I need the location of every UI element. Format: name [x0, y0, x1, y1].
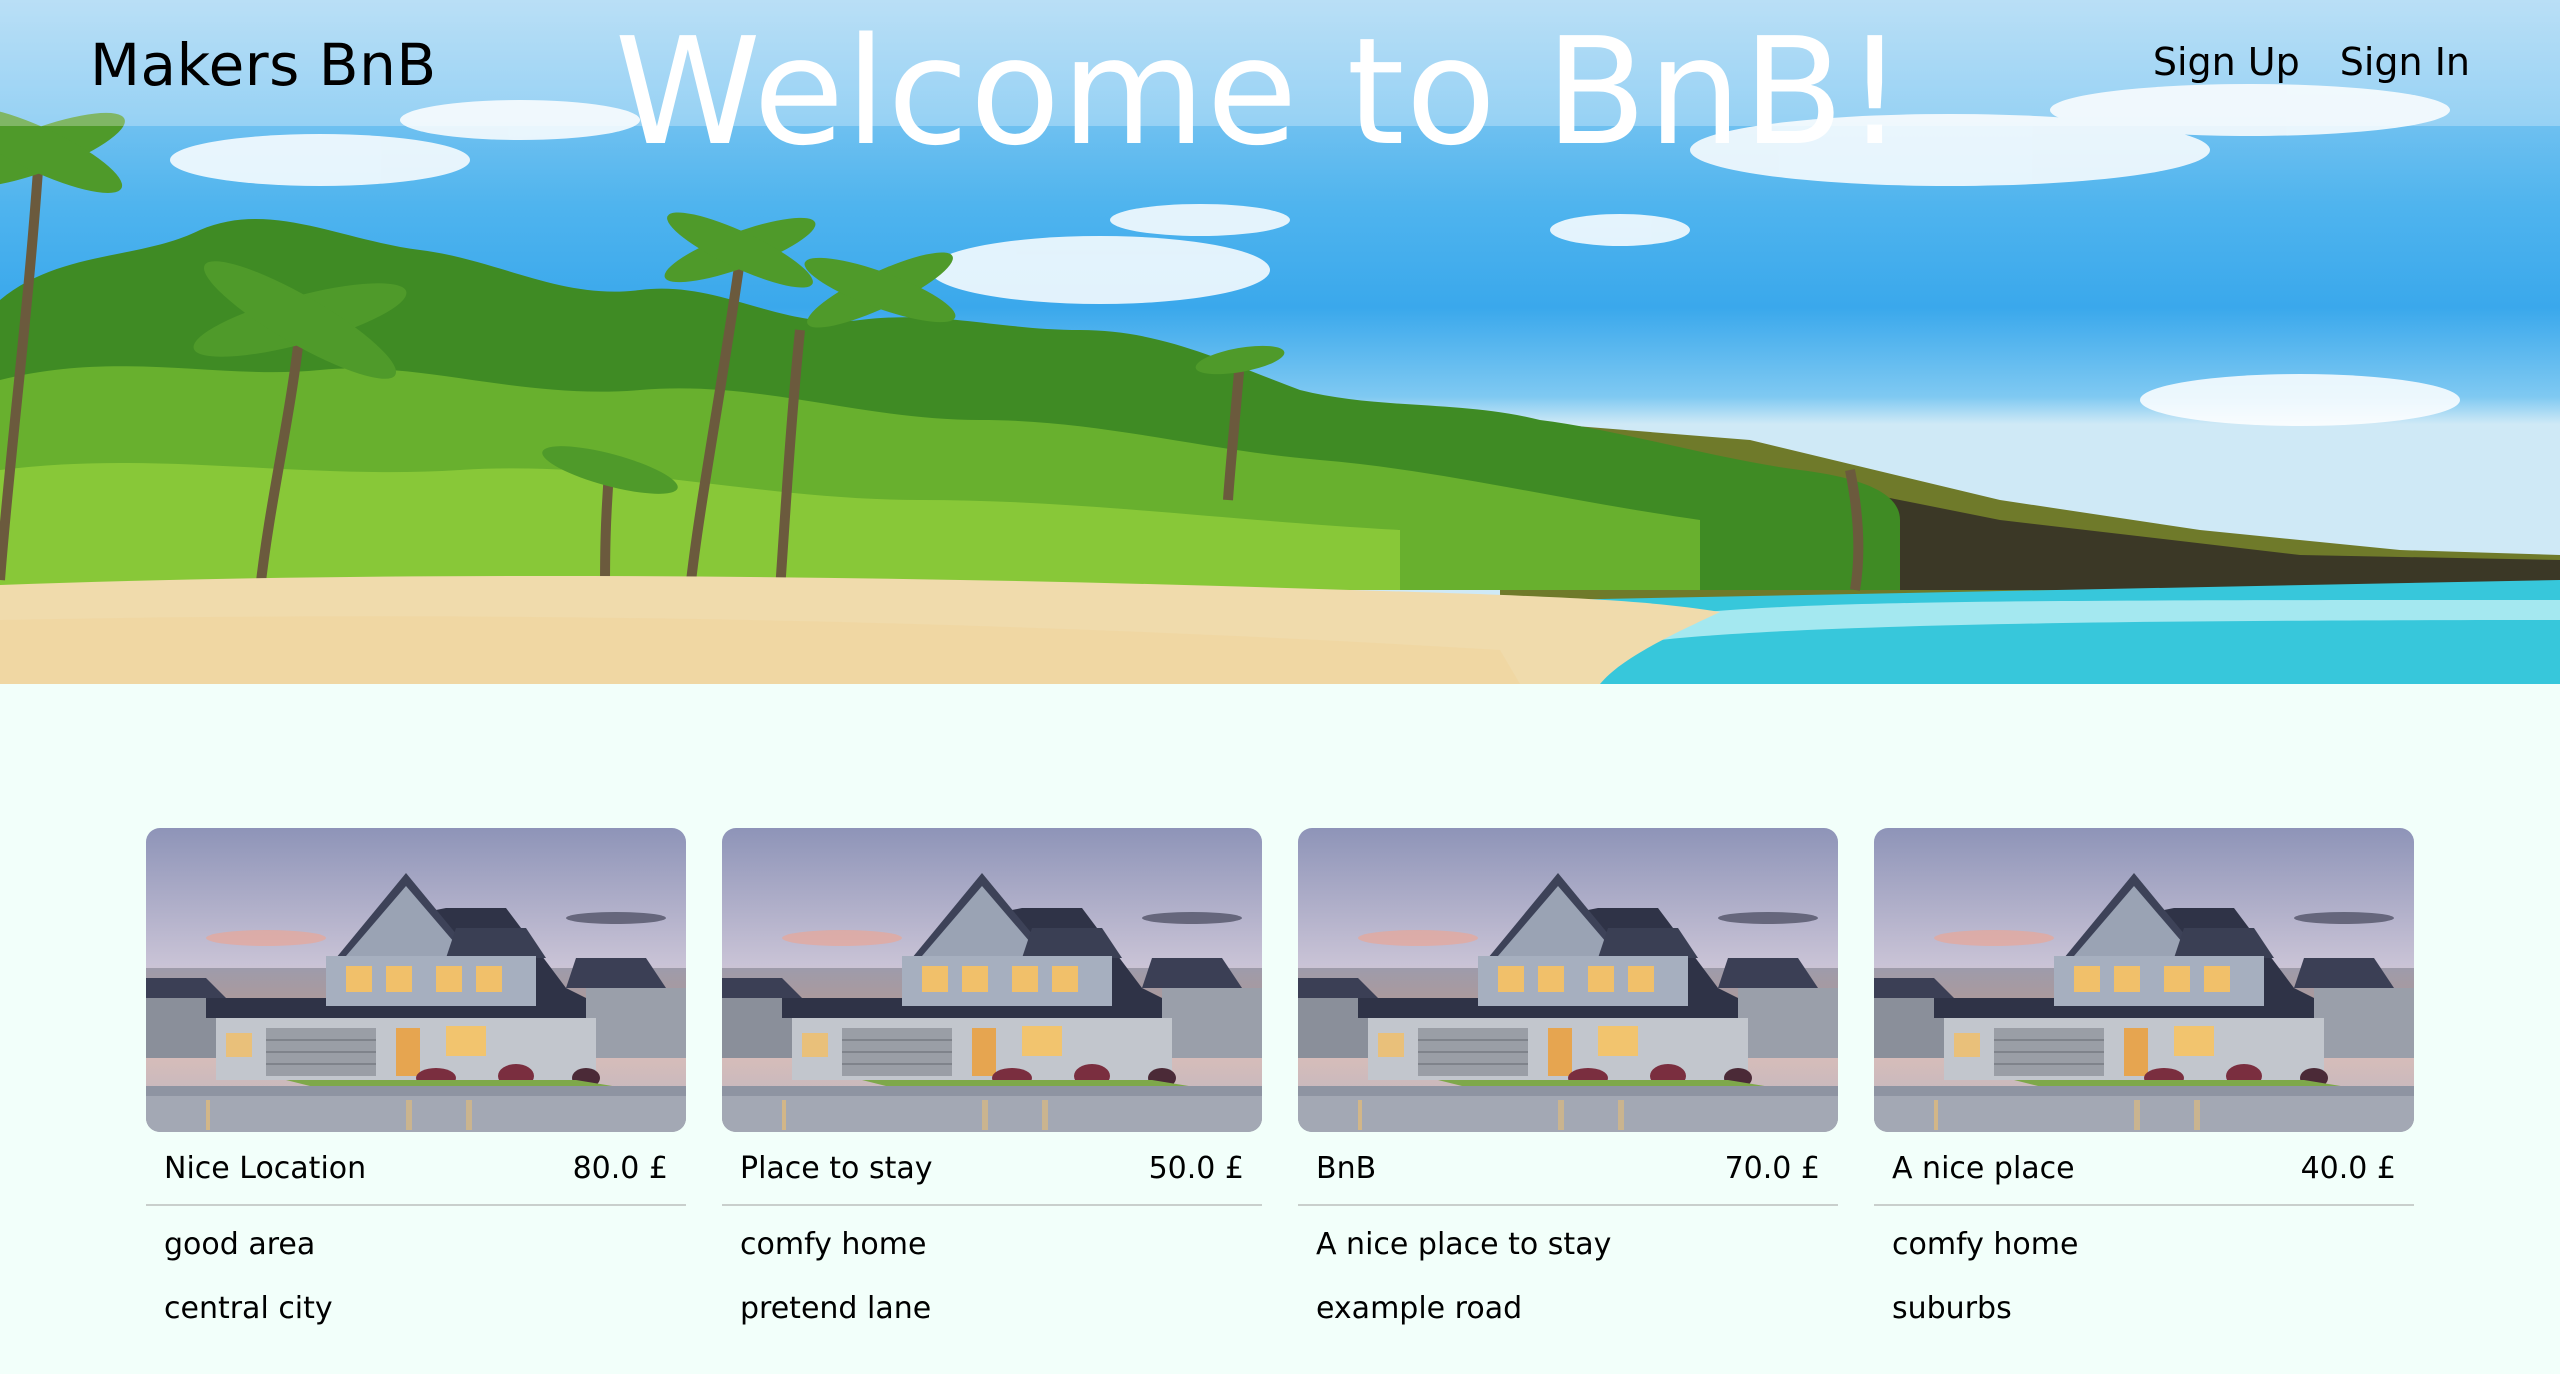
- listing-header: A nice place 40.0 £: [1874, 1132, 2414, 1206]
- listing-price: 50.0 £: [1148, 1150, 1244, 1186]
- house-photo: [722, 828, 1262, 1132]
- house-photo: [146, 828, 686, 1132]
- listing-price: 70.0 £: [1724, 1150, 1820, 1186]
- hero-banner: Makers BnB Welcome to BnB! Sign Up Sign …: [0, 0, 2560, 684]
- house-photo: [1298, 828, 1838, 1132]
- listing-card[interactable]: BnB 70.0 £ A nice place to stay example …: [1298, 828, 1838, 1340]
- listing-name: BnB: [1316, 1150, 1377, 1186]
- listing-header: BnB 70.0 £: [1298, 1132, 1838, 1206]
- listing-price: 80.0 £: [572, 1150, 668, 1186]
- listing-address: pretend lane: [740, 1290, 932, 1326]
- listing-description: comfy home: [1892, 1226, 2079, 1262]
- listing-card[interactable]: A nice place 40.0 £ comfy home suburbs: [1874, 828, 2414, 1340]
- sign-in-link[interactable]: Sign In: [2340, 32, 2470, 92]
- listing-name: Place to stay: [740, 1150, 933, 1186]
- house-photo: [1874, 828, 2414, 1132]
- listing-description: good area: [164, 1226, 316, 1262]
- listing-header: Place to stay 50.0 £: [722, 1132, 1262, 1206]
- nav-links: Sign Up Sign In: [2153, 32, 2470, 92]
- listing-description: comfy home: [740, 1226, 927, 1262]
- listing-price: 40.0 £: [2300, 1150, 2396, 1186]
- listing-card[interactable]: Place to stay 50.0 £ comfy home pretend …: [722, 828, 1262, 1340]
- listing-address: example road: [1316, 1290, 1523, 1326]
- listing-header: Nice Location 80.0 £: [146, 1132, 686, 1206]
- listing-name: Nice Location: [164, 1150, 367, 1186]
- listing-address: central city: [164, 1290, 333, 1326]
- listing-description: A nice place to stay: [1316, 1226, 1612, 1262]
- listing-card[interactable]: Nice Location 80.0 £ good area central c…: [146, 828, 686, 1340]
- listing-address: suburbs: [1892, 1290, 2012, 1326]
- sign-up-link[interactable]: Sign Up: [2153, 32, 2300, 92]
- listings-grid: Nice Location 80.0 £ good area central c…: [146, 828, 2414, 1340]
- listing-name: A nice place: [1892, 1150, 2075, 1186]
